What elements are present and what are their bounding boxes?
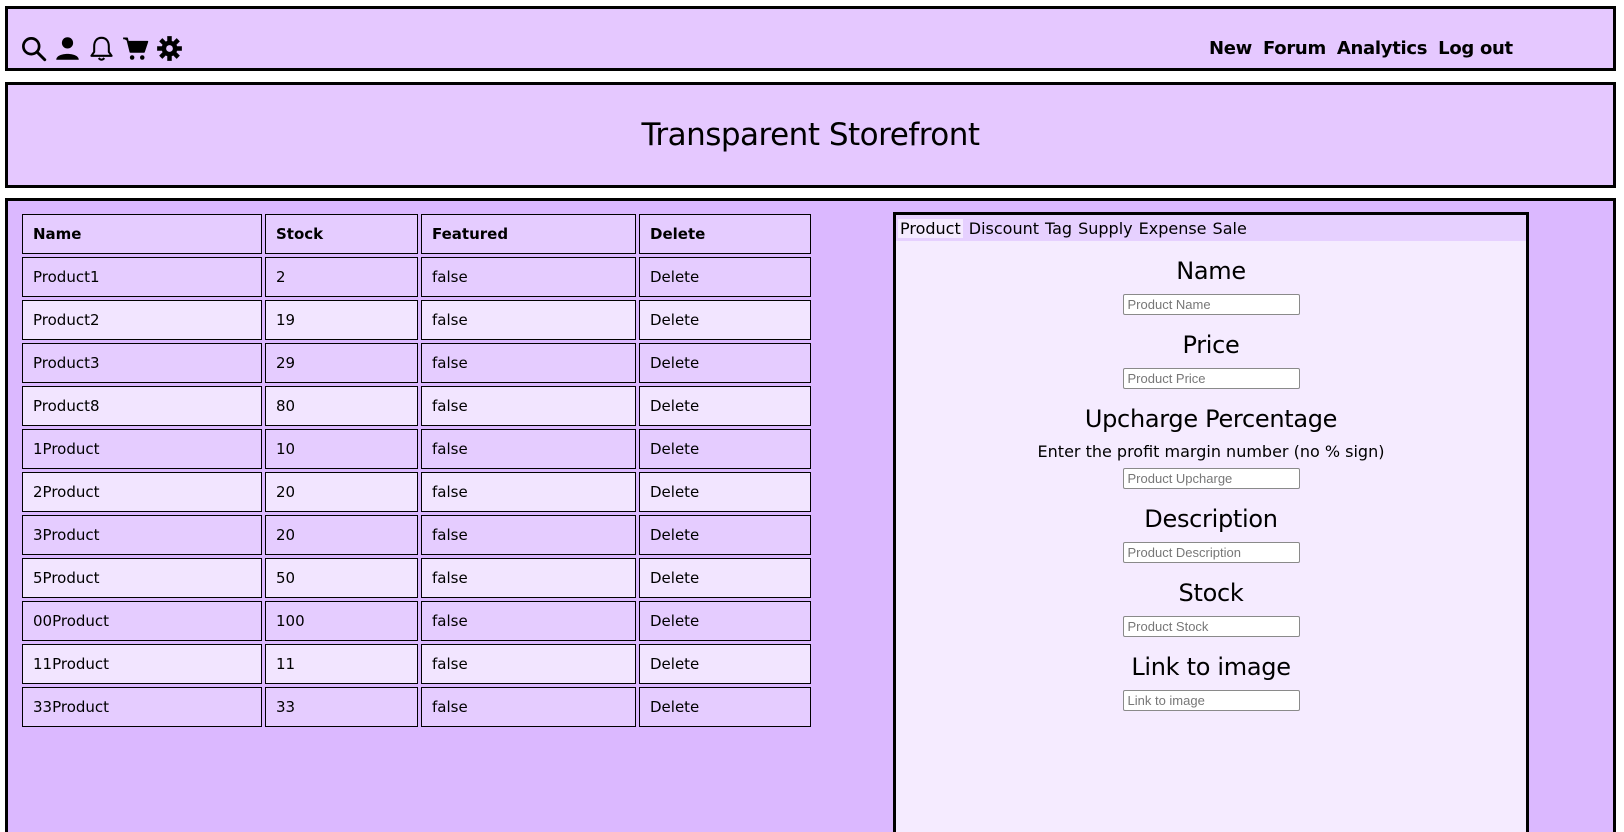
column-header-name: Name (22, 214, 262, 254)
create-form-panel: Product Discount Tag Supply Expense Sale… (893, 212, 1529, 832)
product-featured-cell: false (421, 472, 636, 512)
product-name-cell: 2Product (22, 472, 262, 512)
product-name-cell: Product2 (22, 300, 262, 340)
table-row: Product3 29 false Delete (22, 343, 811, 383)
delete-product-button[interactable]: Delete (639, 601, 811, 641)
page-banner: Transparent Storefront (5, 82, 1616, 188)
delete-product-button[interactable]: Delete (639, 300, 811, 340)
product-stock-cell: 11 (265, 644, 418, 684)
stock-label: Stock (1178, 579, 1244, 607)
product-stock-cell: 29 (265, 343, 418, 383)
tab-expense[interactable]: Expense (1139, 219, 1207, 238)
tab-product[interactable]: Product (898, 218, 963, 238)
product-stock-input[interactable] (1122, 616, 1300, 637)
product-name-cell: 33Product (22, 687, 262, 727)
product-featured-cell: false (421, 257, 636, 297)
product-featured-cell: false (421, 429, 636, 469)
product-name-cell: 11Product (22, 644, 262, 684)
column-header-stock: Stock (265, 214, 418, 254)
product-name-cell: 5Product (22, 558, 262, 598)
table-row: Product2 19 false Delete (22, 300, 811, 340)
image-link-label: Link to image (1131, 653, 1291, 681)
table-row: 33Product 33 false Delete (22, 687, 811, 727)
tab-sale[interactable]: Sale (1213, 219, 1247, 238)
product-upcharge-input[interactable] (1122, 468, 1300, 489)
nav-logout-link[interactable]: Log out (1438, 38, 1513, 59)
delete-product-button[interactable]: Delete (639, 257, 811, 297)
nav-new-link[interactable]: New (1209, 38, 1252, 59)
product-description-input[interactable] (1122, 542, 1300, 563)
products-table: Name Stock Featured Delete Product1 2 fals… (19, 211, 814, 730)
product-stock-cell: 20 (265, 472, 418, 512)
user-icon[interactable] (54, 35, 81, 62)
product-name-cell: Product3 (22, 343, 262, 383)
tab-tag[interactable]: Tag (1045, 219, 1072, 238)
product-stock-cell: 2 (265, 257, 418, 297)
column-header-featured: Featured (421, 214, 636, 254)
delete-product-button[interactable]: Delete (639, 429, 811, 469)
column-header-delete: Delete (639, 214, 811, 254)
main-content: Name Stock Featured Delete Product1 2 fals… (5, 198, 1616, 832)
tab-discount[interactable]: Discount (969, 219, 1039, 238)
nav-analytics-link[interactable]: Analytics (1337, 38, 1428, 59)
table-row: 3Product 20 false Delete (22, 515, 811, 555)
product-name-cell: 3Product (22, 515, 262, 555)
product-stock-cell: 50 (265, 558, 418, 598)
cart-icon[interactable] (122, 35, 149, 62)
upcharge-help-text: Enter the profit margin number (no % sig… (1037, 442, 1385, 461)
delete-product-button[interactable]: Delete (639, 687, 811, 727)
toolbar-icons (20, 35, 183, 62)
table-row: 5Product 50 false Delete (22, 558, 811, 598)
bell-icon[interactable] (88, 35, 115, 62)
product-featured-cell: false (421, 644, 636, 684)
main-nav: New Forum Analytics Log out (1209, 38, 1513, 59)
table-row: 2Product 20 false Delete (22, 472, 811, 512)
delete-product-button[interactable]: Delete (639, 343, 811, 383)
products-table-body: Product1 2 false Delete Product2 19 false Delet… (22, 257, 811, 727)
delete-product-button[interactable]: Delete (639, 515, 811, 555)
product-stock-cell: 20 (265, 515, 418, 555)
product-featured-cell: false (421, 558, 636, 598)
top-nav-bar: New Forum Analytics Log out (5, 6, 1616, 71)
product-featured-cell: false (421, 386, 636, 426)
description-label: Description (1144, 505, 1278, 533)
table-row: Product1 2 false Delete (22, 257, 811, 297)
table-header-row: Name Stock Featured Delete (22, 214, 811, 254)
form-tabs: Product Discount Tag Supply Expense Sale (896, 215, 1526, 241)
product-featured-cell: false (421, 343, 636, 383)
product-name-cell: 00Product (22, 601, 262, 641)
upcharge-label: Upcharge Percentage (1084, 405, 1338, 433)
delete-product-button[interactable]: Delete (639, 386, 811, 426)
page-title: Transparent Storefront (641, 117, 980, 153)
image-link-input[interactable] (1122, 690, 1300, 711)
nav-forum-link[interactable]: Forum (1263, 38, 1326, 59)
product-stock-cell: 10 (265, 429, 418, 469)
product-featured-cell: false (421, 515, 636, 555)
product-name-cell: Product8 (22, 386, 262, 426)
delete-product-button[interactable]: Delete (639, 558, 811, 598)
table-row: Product8 80 false Delete (22, 386, 811, 426)
product-form: Name Price Upcharge Percentage Enter the… (896, 257, 1526, 711)
product-name-input[interactable] (1122, 294, 1300, 315)
table-row: 00Product 100 false Delete (22, 601, 811, 641)
product-stock-cell: 80 (265, 386, 418, 426)
product-stock-cell: 33 (265, 687, 418, 727)
product-price-input[interactable] (1122, 368, 1300, 389)
delete-product-button[interactable]: Delete (639, 472, 811, 512)
table-row: 1Product 10 false Delete (22, 429, 811, 469)
price-label: Price (1182, 331, 1240, 359)
product-featured-cell: false (421, 687, 636, 727)
delete-product-button[interactable]: Delete (639, 644, 811, 684)
tab-supply[interactable]: Supply (1078, 219, 1133, 238)
product-name-cell: Product1 (22, 257, 262, 297)
search-icon[interactable] (20, 35, 47, 62)
table-row: 11Product 11 false Delete (22, 644, 811, 684)
product-featured-cell: false (421, 300, 636, 340)
product-stock-cell: 19 (265, 300, 418, 340)
gear-icon[interactable] (156, 35, 183, 62)
name-label: Name (1176, 257, 1246, 285)
product-featured-cell: false (421, 601, 636, 641)
product-name-cell: 1Product (22, 429, 262, 469)
product-stock-cell: 100 (265, 601, 418, 641)
